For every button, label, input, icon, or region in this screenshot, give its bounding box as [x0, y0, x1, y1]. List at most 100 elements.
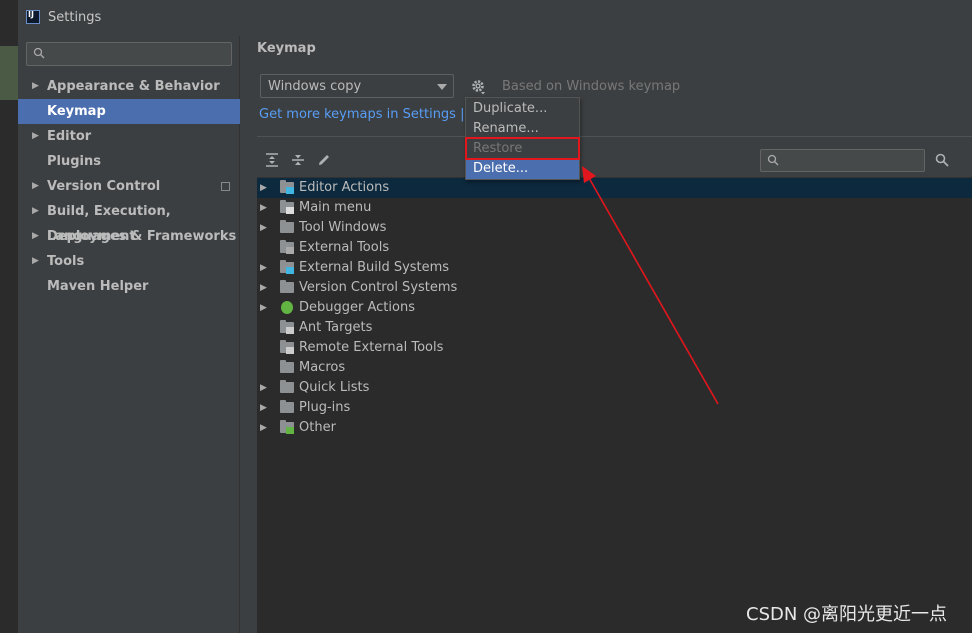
- chevron-right-icon[interactable]: ▶: [260, 418, 267, 438]
- background-window-edge: [0, 0, 18, 633]
- tree-row-label: Plug-ins: [299, 400, 351, 415]
- tree-row[interactable]: ▶ Version Control Systems: [257, 278, 972, 298]
- tree-row[interactable]: ▶ Quick Lists: [257, 378, 972, 398]
- tree-row[interactable]: Remote External Tools: [257, 338, 972, 358]
- tree-row-label: Other: [299, 420, 336, 435]
- chevron-right-icon[interactable]: ▶: [32, 74, 40, 99]
- sidebar-item-tools[interactable]: ▶ Tools: [18, 249, 240, 274]
- chevron-right-icon[interactable]: ▶: [260, 398, 267, 418]
- chevron-right-icon[interactable]: ▶: [32, 174, 40, 199]
- tree-row[interactable]: External Tools: [257, 238, 972, 258]
- tree-row[interactable]: ▶ Other: [257, 418, 972, 438]
- watermark-text: CSDN @离阳光更近一点: [746, 604, 948, 625]
- bug-icon: [281, 301, 293, 314]
- chevron-right-icon[interactable]: ▶: [260, 278, 267, 298]
- sidebar-item-maven-helper[interactable]: Maven Helper: [18, 274, 240, 299]
- chevron-right-icon[interactable]: ▶: [32, 199, 40, 224]
- tree-row-label: External Tools: [299, 240, 390, 255]
- find-by-shortcut-icon[interactable]: [934, 152, 950, 168]
- settings-sidebar: ▶ Appearance & Behavior Keymap ▶ Editor Plugi…: [18, 36, 240, 633]
- tree-row[interactable]: ▶ Tool Windows: [257, 218, 972, 238]
- tree-row-label: Tool Windows: [299, 220, 387, 235]
- sidebar-item-appearance-behavior[interactable]: ▶ Appearance & Behavior: [18, 74, 240, 99]
- sidebar-item-languages-frameworks[interactable]: ▶ Languages & Frameworks: [18, 224, 240, 249]
- tree-row-label: External Build Systems: [299, 260, 450, 275]
- page-title: Keymap: [257, 41, 316, 56]
- keymap-dropdown-value: Windows copy: [268, 79, 362, 94]
- sidebar-item-version-control[interactable]: ▶ Version Control: [18, 174, 240, 199]
- search-icon: [767, 154, 779, 166]
- section-divider: [257, 136, 972, 137]
- expand-all-icon[interactable]: [264, 152, 280, 168]
- tree-row[interactable]: ▶ External Build Systems: [257, 258, 972, 278]
- annotation-highlight-box: [465, 137, 580, 160]
- tree-row[interactable]: ▶ Plug-ins: [257, 398, 972, 418]
- chevron-right-icon[interactable]: ▶: [260, 198, 267, 218]
- collapse-all-icon[interactable]: [290, 152, 306, 168]
- tree-row-label: Macros: [299, 360, 346, 375]
- chevron-right-icon[interactable]: ▶: [32, 249, 40, 274]
- sidebar-item-label: Editor: [47, 129, 92, 144]
- folder-badge-icon: [286, 247, 294, 254]
- menu-item-rename[interactable]: Rename...: [466, 119, 579, 139]
- sidebar-item-editor[interactable]: ▶ Editor: [18, 124, 240, 149]
- sidebar-item-plugins[interactable]: Plugins: [18, 149, 240, 174]
- chevron-right-icon[interactable]: ▶: [260, 178, 267, 198]
- folder-badge-icon: [286, 327, 294, 334]
- sidebar-item-label: Maven Helper: [47, 279, 149, 294]
- tree-row[interactable]: ▶ Editor Actions: [257, 178, 972, 198]
- folder-icon: [280, 280, 294, 293]
- folder-icon: [280, 220, 294, 233]
- folder-badge-icon: [286, 187, 294, 194]
- tree-row[interactable]: Macros: [257, 358, 972, 378]
- tree-row[interactable]: ▶ Debugger Actions: [257, 298, 972, 318]
- tree-row[interactable]: Ant Targets: [257, 318, 972, 338]
- background-window-strip: [0, 46, 18, 100]
- chevron-right-icon[interactable]: ▶: [260, 378, 267, 398]
- tree-row-label: Debugger Actions: [299, 300, 415, 315]
- folder-icon: [280, 380, 294, 393]
- get-more-keymaps-link[interactable]: Get more keymaps in Settings | Plug: [259, 107, 497, 122]
- edit-icon[interactable]: [316, 152, 332, 168]
- tree-row-label: Editor Actions: [299, 180, 390, 195]
- chevron-right-icon[interactable]: ▶: [32, 224, 40, 249]
- chevron-right-icon[interactable]: ▶: [260, 298, 267, 318]
- window-title: Settings: [48, 10, 102, 25]
- sidebar-item-label: Keymap: [47, 104, 106, 119]
- tree-row[interactable]: ▶ Main menu: [257, 198, 972, 218]
- based-on-label: Based on Windows keymap: [502, 79, 681, 94]
- chevron-right-icon[interactable]: ▶: [260, 218, 267, 238]
- sidebar-item-label: Tools: [47, 254, 85, 269]
- tree-row-label: Main menu: [299, 200, 372, 215]
- folder-icon: [280, 360, 294, 373]
- title-bar: Settings: [18, 0, 972, 36]
- intellij-icon: [26, 10, 40, 24]
- sidebar-item-label: Languages & Frameworks: [47, 229, 237, 244]
- keymap-actions-tree[interactable]: ▶ Editor Actions ▶ Main menu ▶ Tool Windows Ex…: [257, 177, 972, 633]
- tree-row-label: Remote External Tools: [299, 340, 444, 355]
- folder-badge-icon: [286, 207, 294, 214]
- sidebar-item-build-execution-deployment[interactable]: ▶ Build, Execution, Deployment: [18, 199, 240, 244]
- sidebar-item-keymap[interactable]: Keymap: [18, 99, 240, 124]
- menu-item-duplicate[interactable]: Duplicate...: [466, 99, 579, 119]
- folder-badge-icon: [286, 267, 294, 274]
- keymap-panel: Keymap Windows copy Based on Windows key…: [240, 36, 972, 633]
- sidebar-item-label: Version Control: [47, 179, 161, 194]
- chevron-right-icon[interactable]: ▶: [260, 258, 267, 278]
- folder-badge-icon: [286, 347, 294, 354]
- sidebar-item-label: Plugins: [47, 154, 101, 169]
- project-scope-icon: [221, 182, 230, 191]
- sidebar-item-label: Appearance & Behavior: [47, 79, 220, 94]
- folder-icon: [280, 400, 294, 413]
- keymap-search-input[interactable]: [760, 149, 925, 172]
- chevron-down-icon: [437, 84, 447, 90]
- sidebar-search-input[interactable]: [26, 42, 232, 66]
- tree-row-label: Quick Lists: [299, 380, 370, 395]
- menu-item-delete[interactable]: Delete...: [466, 159, 579, 179]
- gear-icon[interactable]: [470, 78, 488, 96]
- chevron-right-icon[interactable]: ▶: [32, 124, 40, 149]
- folder-badge-icon: [286, 427, 294, 434]
- search-icon: [33, 47, 45, 59]
- keymap-dropdown[interactable]: Windows copy: [260, 74, 454, 98]
- tree-row-label: Version Control Systems: [299, 280, 458, 295]
